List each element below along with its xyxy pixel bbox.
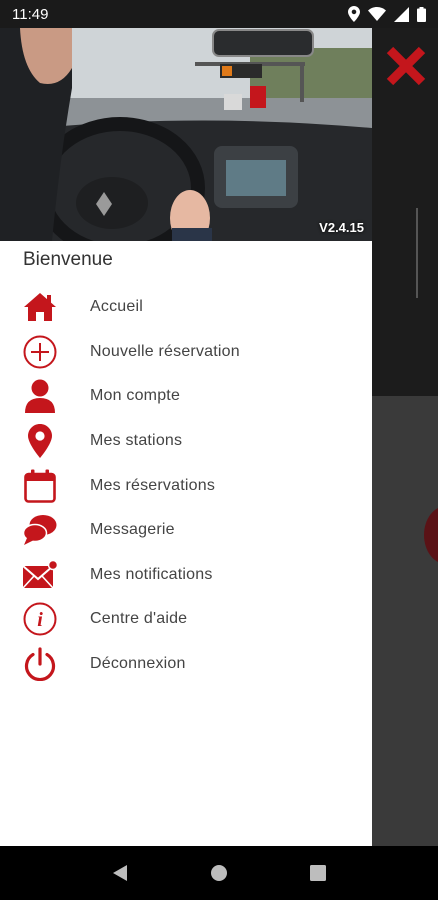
plus-circle-icon xyxy=(22,334,58,370)
menu-item-label: Mes notifications xyxy=(90,565,213,583)
signal-status-icon xyxy=(394,6,409,22)
menu-item-mes-stations[interactable]: Mes stations xyxy=(0,419,372,464)
status-icons xyxy=(348,6,426,22)
menu-item-mes-notifications[interactable]: Mes notifications xyxy=(0,553,372,598)
menu-item-label: Mes réservations xyxy=(90,476,216,494)
menu-item-label: Messagerie xyxy=(90,521,175,539)
system-navigation-bar xyxy=(0,846,438,900)
power-icon xyxy=(22,646,58,682)
menu-item-label: Déconnexion xyxy=(90,655,186,673)
app-version: V2.4.15 xyxy=(319,220,364,235)
svg-text:i: i xyxy=(37,609,43,631)
close-drawer-button[interactable] xyxy=(382,42,430,90)
status-bar: 11:49 xyxy=(0,0,438,28)
welcome-text: Bienvenue xyxy=(23,249,113,270)
wifi-status-icon xyxy=(368,7,386,21)
back-button[interactable] xyxy=(100,853,140,893)
info-icon: i xyxy=(22,601,58,637)
close-icon xyxy=(386,46,426,86)
drawer-menu: Accueil Nouvelle réservation Mon compte … xyxy=(0,285,372,686)
back-triangle-icon xyxy=(112,865,127,881)
home-button[interactable] xyxy=(199,853,239,893)
menu-item-nouvelle-reservation[interactable]: Nouvelle réservation xyxy=(0,330,372,375)
menu-item-label: Mes stations xyxy=(90,432,183,450)
menu-item-label: Nouvelle réservation xyxy=(90,342,240,360)
user-icon xyxy=(22,378,58,414)
calendar-icon xyxy=(22,468,58,504)
menu-item-deconnexion[interactable]: Déconnexion xyxy=(0,642,372,687)
status-time: 11:49 xyxy=(12,5,49,23)
home-icon xyxy=(22,289,58,325)
menu-item-mes-reservations[interactable]: Mes réservations xyxy=(0,463,372,508)
drawer-header-image: V2.4.15 xyxy=(0,28,372,241)
menu-item-label: Centre d'aide xyxy=(90,610,188,628)
menu-item-label: Accueil xyxy=(90,298,143,316)
background-body xyxy=(372,396,438,846)
mail-notification-icon xyxy=(22,557,58,593)
battery-status-icon xyxy=(417,6,426,22)
menu-item-label: Mon compte xyxy=(90,387,181,405)
menu-item-messagerie[interactable]: Messagerie xyxy=(0,508,372,553)
menu-item-accueil[interactable]: Accueil xyxy=(0,285,372,330)
menu-item-mon-compte[interactable]: Mon compte xyxy=(0,374,372,419)
location-status-icon xyxy=(348,6,360,22)
car-interior-illustration xyxy=(0,28,372,241)
home-circle-icon xyxy=(210,865,227,881)
background-app xyxy=(372,28,438,846)
background-divider xyxy=(416,208,418,298)
menu-item-centre-aide[interactable]: i Centre d'aide xyxy=(0,597,372,642)
map-pin-icon xyxy=(22,423,58,459)
recents-square-icon xyxy=(310,865,327,881)
recents-button[interactable] xyxy=(298,853,338,893)
navigation-drawer: V2.4.15 Bienvenue Accueil Nouvelle réser… xyxy=(0,28,372,846)
chat-icon xyxy=(22,512,58,548)
